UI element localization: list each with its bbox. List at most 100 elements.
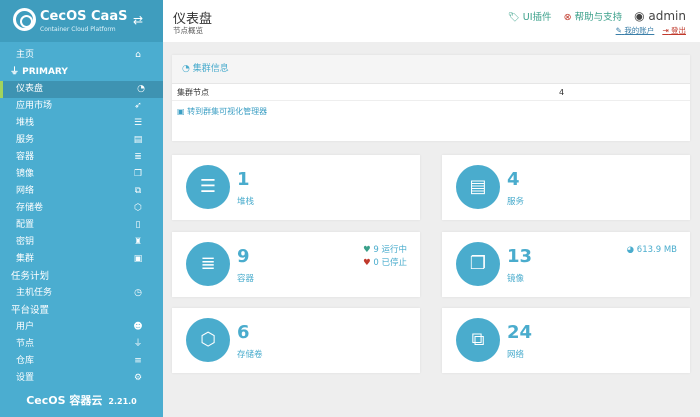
sidebar-item-5[interactable]: 服务 ▤ [0, 132, 163, 149]
card-icon: ❐ [456, 242, 500, 286]
sidebar-item-17[interactable]: 节点 ⏚ [0, 336, 163, 353]
user-menu[interactable]: ◉ admin [634, 9, 686, 23]
sidebar-item-label: PRIMARY [22, 67, 68, 77]
sidebar-item-9[interactable]: 存储卷 ⬡ [0, 200, 163, 217]
logo-subtitle: Container Cloud Platform [40, 26, 116, 33]
sidebar-item-label: 密钥 [16, 237, 35, 247]
sidebar-item-icon: ☻ [133, 322, 143, 332]
sidebar-item-8[interactable]: 网络 ⧉ [0, 183, 163, 200]
sidebar-item-label: 仓库 [16, 356, 35, 366]
logout-label: 登出 [671, 26, 686, 35]
sidebar-item-icon: ▣ [133, 254, 143, 264]
sidebar-item-1: ⏚ PRIMARY [0, 64, 163, 81]
images-size: 613.9 MB [636, 245, 677, 255]
card-icon: ≣ [186, 242, 230, 286]
sign-out-icon: ⇥ [662, 26, 669, 35]
cluster-visualizer-label: 转到群集可视化管理器 [187, 107, 268, 116]
sidebar-item-icon: ≣ [134, 152, 142, 162]
cluster-nodes-value: 4 [559, 88, 565, 97]
sidebar-item-label: 存储卷 [16, 203, 44, 213]
card-count: 6 [237, 322, 250, 343]
sidebar-item-label: 配置 [16, 220, 35, 230]
sidebar-item-label: 应用市场 [16, 101, 53, 111]
stat-card[interactable]: ≣ 9 容器 ♥ 9 运行中 ♥ 0 已停止 [172, 232, 420, 297]
page-subtitle: 节点概览 [173, 26, 203, 35]
sidebar-item-18[interactable]: 仓库 ≡ [0, 353, 163, 370]
plug-icon-label: ⏚ PRIMARY [10, 67, 68, 77]
logo-icon [13, 8, 36, 31]
card-label: 堆栈 [237, 197, 255, 207]
help-link[interactable]: ⊗ 帮助与支持 [564, 9, 623, 23]
sidebar-item-icon: ♜ [133, 237, 143, 247]
cluster-visualizer-link[interactable]: ▣ 转到群集可视化管理器 [172, 101, 690, 123]
lifebuoy-icon: ⊗ [563, 12, 572, 23]
card-icon: ▤ [456, 165, 500, 209]
stat-card[interactable]: ☰ 1 堆栈 [172, 155, 420, 220]
sidebar-item-6[interactable]: 容器 ≣ [0, 149, 163, 166]
heartbeat-stopped-icon: ♥ [363, 258, 371, 268]
ui-plugins-label: UI插件 [522, 12, 552, 23]
sidebar-item-icon: ➶ [134, 101, 142, 111]
footer-name: CecOS 容器云 [26, 394, 103, 407]
cluster-info-panel: ◔ 集群信息 集群节点 4 ▣ 转到群集可视化管理器 [172, 55, 690, 141]
user-icon: ◉ [634, 9, 645, 23]
sidebar-item-label: 镜像 [16, 169, 35, 179]
card-icon: ⧉ [456, 318, 500, 362]
sidebar-item-0[interactable]: 主页 ⌂ [0, 47, 163, 64]
sidebar-item-12[interactable]: 集群 ▣ [0, 251, 163, 268]
sidebar-item-icon: ⏚ [133, 339, 143, 349]
sidebar-item-3[interactable]: 应用市场 ➶ [0, 98, 163, 115]
running-count: 9 运行中 [373, 245, 407, 255]
card-label: 服务 [507, 197, 525, 207]
card-icon: ⬡ [186, 318, 230, 362]
header: 仪表盘 节点概览 🏷 UI插件 ⊗ 帮助与支持 ◉ admin ✎ 我的账户 ⇥… [163, 0, 700, 42]
sidebar-item-11[interactable]: 密钥 ♜ [0, 234, 163, 251]
stat-card[interactable]: ⧉ 24 网络 [442, 308, 690, 373]
sidebar-item-14[interactable]: 主机任务 ◷ [0, 285, 163, 302]
my-account-label: 我的账户 [624, 26, 655, 35]
table-row: 集群节点 4 [172, 84, 690, 101]
stat-card[interactable]: ▤ 4 服务 [442, 155, 690, 220]
sidebar-item-label: 服务 [16, 135, 35, 145]
sidebar-item-2[interactable]: 仪表盘 ◔ [0, 81, 163, 98]
logo[interactable]: CecOS CaaS Container Cloud Platform ⇄ [0, 0, 163, 42]
heartbeat-icon: ♥ [363, 245, 371, 255]
sidebar-item-label: 网络 [16, 186, 35, 196]
sidebar-item-4[interactable]: 堆栈 ☰ [0, 115, 163, 132]
logout-link[interactable]: ⇥ 登出 [662, 25, 686, 36]
cluster-nodes-label: 集群节点 [177, 88, 209, 97]
sidebar: CecOS CaaS Container Cloud Platform ⇄ 主页… [0, 0, 163, 417]
sidebar-item-19[interactable]: 设置 ⚙ [0, 370, 163, 387]
my-account-link[interactable]: ✎ 我的账户 [616, 25, 655, 36]
sidebar-item-icon: ❐ [133, 169, 143, 179]
sidebar-item-icon: ▯ [135, 220, 141, 230]
sidebar-item-icon: ⬡ [134, 203, 142, 213]
sidebar-item-label: 平台设置 [11, 305, 50, 316]
sidebar-item-label: 仪表盘 [16, 84, 44, 94]
sidebar-item-label: 集群 [16, 254, 35, 264]
sidebar-item-icon: ≡ [134, 356, 142, 366]
card-count: 4 [507, 169, 520, 190]
card-label: 网络 [507, 350, 525, 360]
sidebar-item-7[interactable]: 镜像 ❐ [0, 166, 163, 183]
sidebar-item-10[interactable]: 配置 ▯ [0, 217, 163, 234]
sidebar-item-label: 设置 [16, 373, 35, 383]
pie-chart-icon: ◕ [626, 245, 635, 255]
stat-card[interactable]: ⬡ 6 存储卷 [172, 308, 420, 373]
stat-card[interactable]: ❐ 13 镜像 ◕ 613.9 MB [442, 232, 690, 297]
sidebar-item-16[interactable]: 用户 ☻ [0, 319, 163, 336]
wrench-icon: ✎ [615, 26, 622, 35]
card-icon: ☰ [186, 165, 230, 209]
sidebar-item-label: 主机任务 [16, 288, 53, 298]
stopped-count: 0 已停止 [373, 258, 407, 268]
tag-icon: 🏷 [507, 12, 520, 23]
cluster-info-title: 集群信息 [192, 64, 229, 74]
map-icon: ▣ [177, 107, 185, 116]
sidebar-toggle-icon[interactable]: ⇄ [133, 13, 143, 27]
sidebar-item-icon: ⌂ [135, 50, 141, 60]
username: admin [648, 9, 686, 23]
ui-plugins-link[interactable]: 🏷 UI插件 [508, 9, 552, 23]
help-label: 帮助与支持 [574, 12, 623, 23]
sidebar-item-label: 容器 [16, 152, 35, 162]
card-label: 存储卷 [237, 350, 263, 360]
